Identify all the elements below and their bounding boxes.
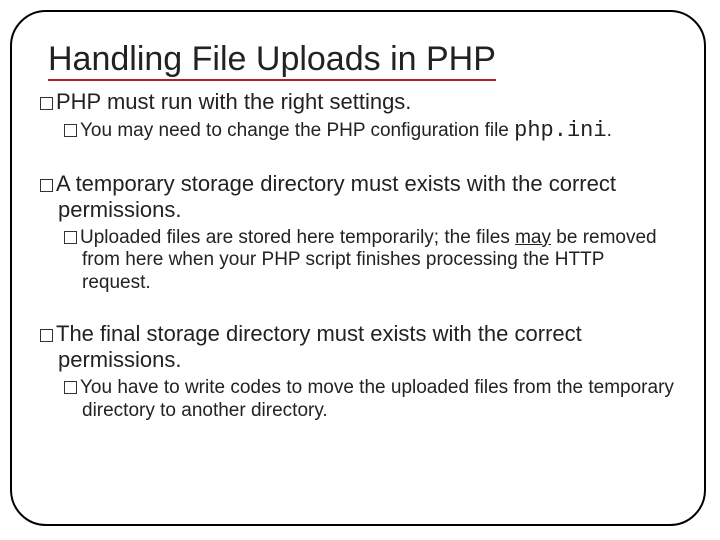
bullet-2a-pre: Uploaded files are stored here temporari… xyxy=(80,227,515,248)
bullet-2-text: A temporary storage directory must exist… xyxy=(56,171,616,222)
bullet-3-text: The final storage directory must exists … xyxy=(56,321,582,372)
bullet-box-icon xyxy=(64,124,77,137)
bullet-3a-text: You have to write codes to move the uplo… xyxy=(80,377,674,421)
bullet-2a-underline: may xyxy=(515,227,551,248)
slide-title: Handling File Uploads in PHP xyxy=(48,40,496,81)
bullet-1-text: PHP must run with the right settings. xyxy=(56,89,411,114)
bullet-1a: You may need to change the PHP configura… xyxy=(64,118,676,144)
bullet-box-icon xyxy=(40,179,53,192)
slide-content: Handling File Uploads in PHP PHP must ru… xyxy=(12,12,704,422)
code-phpini: php.ini xyxy=(514,118,606,143)
bullet-box-icon xyxy=(64,381,77,394)
bullet-1: PHP must run with the right settings. xyxy=(40,89,676,115)
bullet-box-icon xyxy=(64,231,77,244)
bullet-2: A temporary storage directory must exist… xyxy=(40,171,676,224)
bullet-box-icon xyxy=(40,97,53,110)
bullet-2a: Uploaded files are stored here temporari… xyxy=(64,227,676,295)
bullet-1a-pre: You may need to change the PHP configura… xyxy=(80,120,514,141)
bullet-3a: You have to write codes to move the uplo… xyxy=(64,377,676,423)
bullet-box-icon xyxy=(40,329,53,342)
slide-frame: Handling File Uploads in PHP PHP must ru… xyxy=(10,10,706,526)
bullet-1a-post: . xyxy=(607,120,612,141)
bullet-3: The final storage directory must exists … xyxy=(40,321,676,374)
